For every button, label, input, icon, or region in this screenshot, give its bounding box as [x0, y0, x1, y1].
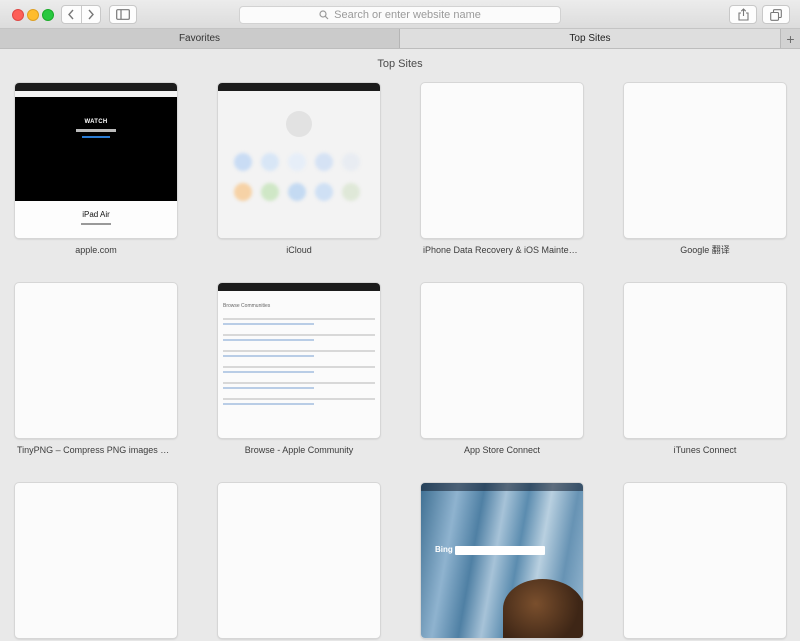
- top-site-tile[interactable]: iTunes Connect: [624, 283, 786, 462]
- icloud-app-icon: [288, 153, 306, 171]
- top-site-label: iCloud: [286, 245, 312, 255]
- community-row: [223, 334, 375, 336]
- icloud-app-icon: [342, 183, 360, 201]
- top-site-label: TinyPNG – Compress PNG images w…: [17, 445, 176, 455]
- apple-watch-hero: WATCH: [15, 97, 177, 201]
- icloud-app-icon: [261, 153, 279, 171]
- icloud-launcher: [218, 91, 380, 238]
- community-row: [223, 382, 375, 384]
- icloud-avatar: [286, 111, 312, 137]
- toolbar: Search or enter website name: [0, 0, 800, 29]
- address-placeholder: Search or enter website name: [334, 9, 481, 21]
- top-site-tile[interactable]: App Store Connect: [421, 283, 583, 462]
- apple-ipad-title: iPad Air: [82, 210, 110, 219]
- top-site-label: App Store Connect: [463, 445, 541, 455]
- top-site-tile[interactable]: WATCH iPad Air apple.com: [15, 83, 177, 262]
- community-row: [223, 398, 375, 400]
- chevron-left-icon: [68, 9, 74, 20]
- top-sites-grid: WATCH iPad Air apple.com iCloud iPhone Data …: [15, 83, 786, 641]
- bear-image: [503, 579, 583, 638]
- plus-icon: +: [786, 30, 795, 47]
- community-row-link: [223, 323, 315, 325]
- site-preview-thumbnail[interactable]: [421, 83, 583, 238]
- search-icon: [319, 10, 329, 20]
- apple-ipad-subtitle: [81, 223, 111, 225]
- top-site-label: iTunes Connect: [673, 445, 737, 455]
- top-site-tile[interactable]: Google: [624, 483, 786, 641]
- show-all-tabs-button[interactable]: [762, 5, 790, 24]
- community-nav-bar: [218, 283, 380, 291]
- site-preview-thumbnail[interactable]: [218, 83, 380, 238]
- site-preview-thumbnail[interactable]: [624, 83, 786, 238]
- site-preview-thumbnail[interactable]: [218, 483, 380, 638]
- page-title: Top Sites: [377, 58, 423, 70]
- community-row-link: [223, 387, 315, 389]
- apple-hero-links: [82, 136, 110, 138]
- top-site-tile[interactable]: Google 翻译: [624, 83, 786, 262]
- sidebar-button[interactable]: [109, 5, 137, 24]
- community-row: [223, 366, 375, 368]
- site-preview-thumbnail[interactable]: WATCH iPad Air: [15, 83, 177, 238]
- tabs-overview-icon: [770, 8, 782, 21]
- site-preview-thumbnail[interactable]: Bing: [421, 483, 583, 638]
- top-site-tile[interactable]: iCloud: [218, 83, 380, 262]
- tab-bar: Favorites Top Sites +: [0, 29, 800, 49]
- top-site-tile[interactable]: iPhone Data Recovery & iOS Mainten…: [421, 83, 583, 262]
- bing-search-box: [455, 546, 545, 555]
- apple-nav-bar: [15, 83, 177, 91]
- forward-button[interactable]: [80, 6, 101, 23]
- top-site-tile[interactable]: Browse Communities Browse - Apple Communi…: [218, 283, 380, 462]
- apple-ipad-section: iPad Air: [15, 201, 177, 238]
- back-button[interactable]: [62, 6, 81, 23]
- site-preview-thumbnail[interactable]: [624, 483, 786, 638]
- icloud-app-icon: [261, 183, 279, 201]
- navigation-buttons: [61, 5, 101, 24]
- icloud-app-icon: [234, 153, 252, 171]
- chevron-right-icon: [88, 9, 94, 20]
- community-row-link: [223, 339, 315, 341]
- community-row: [223, 318, 375, 320]
- top-site-tile[interactable]: TinyPNG – Compress PNG images w…: [15, 283, 177, 462]
- close-window-button[interactable]: [12, 9, 24, 21]
- community-row-link: [223, 371, 315, 373]
- bing-logo: Bing: [435, 545, 453, 554]
- top-site-tile[interactable]: App Store Connect: [15, 483, 177, 641]
- site-preview-thumbnail[interactable]: Browse Communities: [218, 283, 380, 438]
- site-preview-thumbnail[interactable]: [624, 283, 786, 438]
- tab-favorites[interactable]: Favorites: [0, 29, 400, 48]
- community-heading: Browse Communities: [223, 303, 271, 309]
- apple-watch-title: WATCH: [84, 119, 108, 125]
- icloud-app-icon: [342, 153, 360, 171]
- share-icon: [737, 8, 749, 21]
- top-site-label: iPhone Data Recovery & iOS Mainten…: [423, 245, 583, 255]
- site-preview-thumbnail[interactable]: [421, 283, 583, 438]
- apple-hero-subtitle: [76, 129, 116, 132]
- top-site-label: Browse - Apple Community: [244, 445, 354, 455]
- site-preview-thumbnail[interactable]: [15, 483, 177, 638]
- icloud-top-bar: [218, 83, 380, 91]
- bing-top-bar: [421, 483, 583, 491]
- top-site-label: Google 翻译: [680, 245, 730, 255]
- community-row-link: [223, 355, 315, 357]
- community-content: Browse Communities: [218, 291, 380, 411]
- minimize-window-button[interactable]: [27, 9, 39, 21]
- address-bar[interactable]: Search or enter website name: [239, 6, 561, 24]
- site-preview-thumbnail[interactable]: [15, 283, 177, 438]
- top-site-tile[interactable]: BingBing: [421, 483, 583, 641]
- top-site-label: apple.com: [75, 245, 117, 255]
- icloud-app-icon: [315, 153, 333, 171]
- new-tab-button[interactable]: +: [780, 29, 800, 48]
- community-row: [223, 350, 375, 352]
- icloud-app-icon: [288, 183, 306, 201]
- zoom-window-button[interactable]: [42, 9, 54, 21]
- tab-top-sites[interactable]: Top Sites: [400, 29, 780, 48]
- community-row-link: [223, 403, 315, 405]
- icloud-app-icon: [315, 183, 333, 201]
- sidebar-icon: [116, 9, 130, 20]
- top-site-tile[interactable]: Yahoo: [218, 483, 380, 641]
- share-button[interactable]: [729, 5, 757, 24]
- icloud-app-icon: [234, 183, 252, 201]
